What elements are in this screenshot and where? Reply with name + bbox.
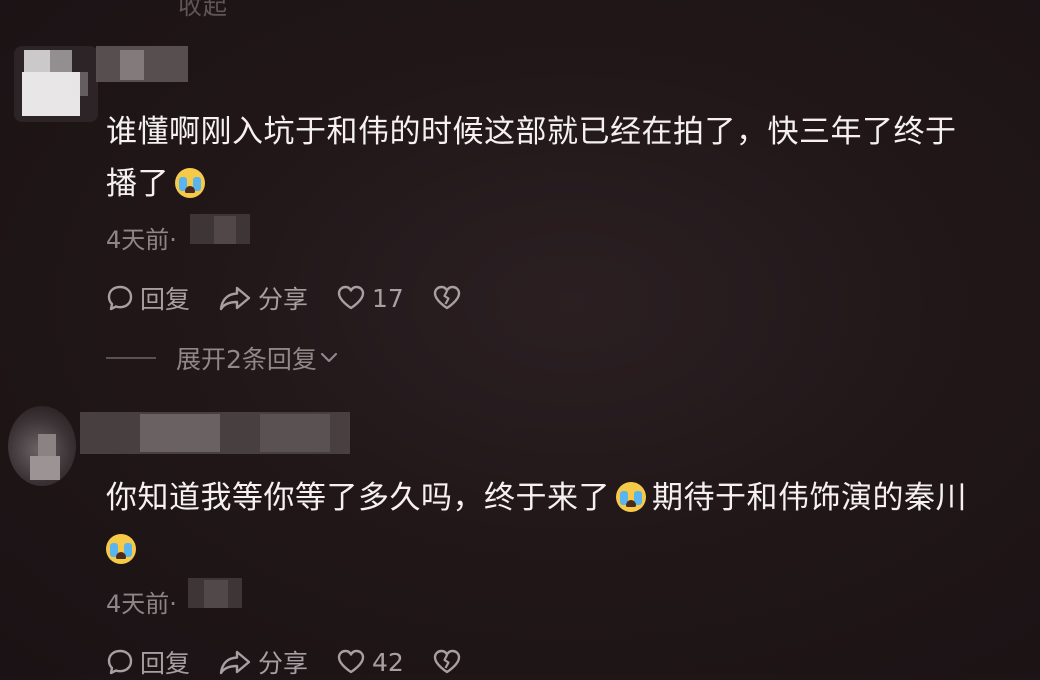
loudly-crying-emoji-icon: [616, 482, 646, 512]
heart-outline-icon: [337, 285, 365, 310]
reply-label: 回复: [140, 649, 191, 678]
share-button[interactable]: 分享: [218, 280, 308, 316]
avatar[interactable]: [8, 406, 76, 486]
dislike-button[interactable]: [432, 284, 468, 312]
loudly-crying-emoji-icon: [106, 534, 136, 564]
chevron-down-icon: [320, 352, 338, 363]
heart-outline-icon: [337, 649, 365, 674]
expand-replies-label: 展开2条回复: [176, 345, 317, 374]
like-count: 42: [372, 647, 404, 677]
comment-bubble-icon: [107, 285, 133, 311]
dislike-button[interactable]: [432, 648, 468, 676]
avatar[interactable]: [14, 46, 98, 122]
username-redacted: [260, 414, 330, 452]
share-label: 分享: [258, 285, 309, 314]
timestamp: 4天前·: [106, 226, 177, 254]
like-button[interactable]: 42: [336, 648, 404, 677]
share-label: 分享: [258, 649, 309, 678]
username-redacted: [140, 414, 220, 452]
reply-label: 回复: [140, 285, 191, 314]
reply-button[interactable]: 回复: [106, 644, 190, 680]
comment-text: 你知道我等你等了多久吗，终于来了 期待于和伟饰演的秦川: [106, 472, 1026, 576]
location-redacted: [214, 216, 236, 244]
expand-replies[interactable]: 展开2条回复: [106, 340, 339, 376]
share-button[interactable]: 分享: [218, 644, 308, 680]
share-arrow-icon: [219, 650, 251, 675]
comment-text: 谁懂啊刚入坑于和伟的时候这部就已经在拍了，快三年了终于 播了: [106, 114, 957, 202]
action-row: 回复 分享 17: [106, 280, 496, 316]
like-button[interactable]: 17: [336, 284, 404, 313]
loudly-crying-emoji-icon: [175, 168, 205, 198]
broken-heart-icon: [433, 285, 461, 310]
timestamp: 4天前·: [106, 590, 177, 618]
divider: [106, 357, 156, 359]
broken-heart-icon: [433, 649, 461, 674]
comment-bubble-icon: [107, 649, 133, 675]
like-count: 17: [372, 283, 404, 313]
action-row: 回复 分享 42: [106, 644, 496, 680]
share-arrow-icon: [219, 286, 251, 311]
location-redacted: [204, 580, 228, 608]
username-redacted: [120, 50, 144, 80]
reply-button[interactable]: 回复: [106, 280, 190, 316]
collapse-label[interactable]: 收起: [178, 0, 228, 21]
